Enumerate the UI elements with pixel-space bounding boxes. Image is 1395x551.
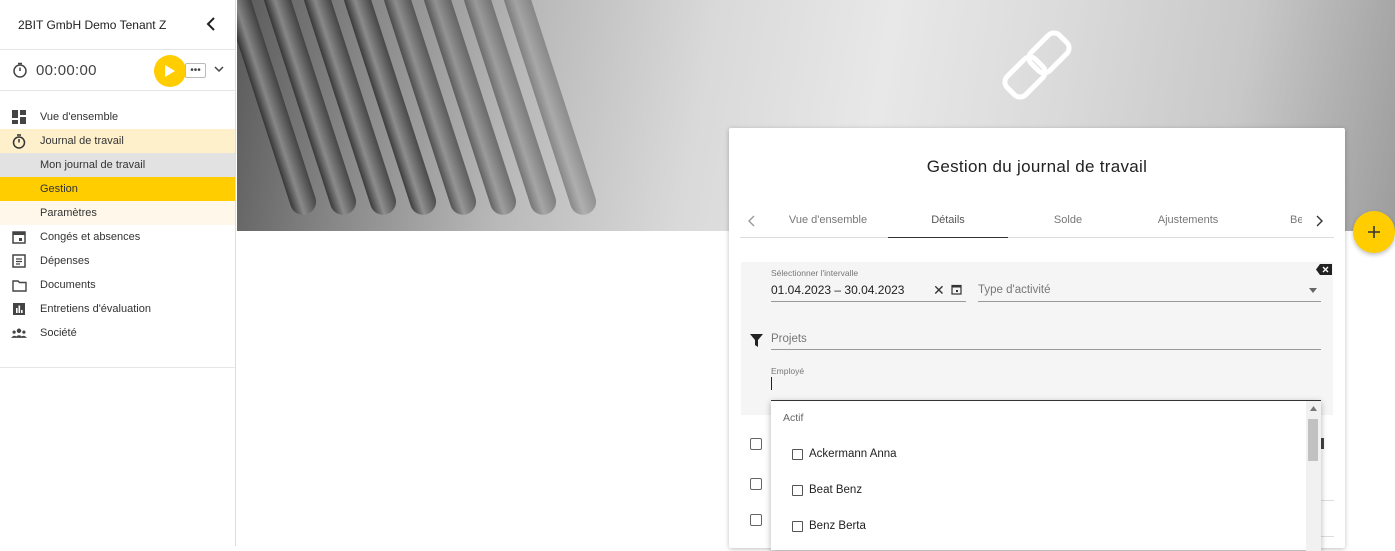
bar-chart-icon	[11, 301, 27, 317]
chevron-left-icon	[748, 215, 755, 227]
tab-scroll-right-button[interactable]	[1309, 211, 1329, 231]
clear-interval-icon[interactable]: ✕	[933, 282, 945, 299]
dropdown-option[interactable]: Benz Berta	[792, 516, 866, 536]
scroll-up-icon	[1310, 406, 1317, 411]
subnav-item-settings[interactable]: Paramètres	[0, 201, 235, 225]
timer-bar: 00:00:00 •••	[0, 50, 235, 91]
page-title: Gestion du journal de travail	[926, 157, 1148, 176]
chevron-down-icon[interactable]	[213, 63, 225, 75]
clear-filters-icon[interactable]	[1316, 264, 1332, 275]
people-icon	[11, 325, 27, 341]
stopwatch-icon	[13, 62, 27, 78]
chevron-right-icon	[1316, 215, 1323, 227]
plus-icon	[1368, 226, 1380, 238]
employee-input[interactable]	[771, 374, 1321, 394]
nav-item-overview[interactable]: Vue d'ensemble	[0, 105, 235, 129]
projects-input[interactable]: Projets	[771, 333, 807, 345]
dropdown-option[interactable]: Beat Benz	[792, 480, 862, 500]
option-checkbox[interactable]	[792, 520, 803, 532]
tab-balance[interactable]: Solde	[1008, 206, 1128, 238]
more-options-button[interactable]: •••	[185, 63, 206, 78]
sidebar: 2BIT GmbH Demo Tenant Z 00:00:00 ••• Vue…	[0, 0, 236, 546]
subnav-item-management[interactable]: Gestion	[0, 177, 235, 201]
employee-dropdown: Actif Ackermann Anna Beat Benz Benz Bert…	[771, 400, 1321, 551]
tab-details[interactable]: Détails	[888, 206, 1008, 238]
option-checkbox[interactable]	[792, 448, 803, 460]
tab-adjustments[interactable]: Ajustements	[1128, 206, 1248, 238]
dropdown-scrollbar[interactable]	[1306, 401, 1321, 551]
nav-label: Journal de travail	[40, 135, 124, 147]
play-button[interactable]	[154, 55, 186, 87]
add-button[interactable]	[1353, 211, 1395, 253]
row-checkbox[interactable]	[750, 514, 762, 526]
scroll-thumb[interactable]	[1308, 419, 1318, 461]
receipt-icon	[11, 253, 27, 269]
nav-label: Documents	[40, 279, 96, 291]
nav-item-leave[interactable]: Congés et absences	[0, 225, 235, 249]
column-menu-handle[interactable]	[1321, 438, 1324, 449]
nav-label: Entretiens d'évaluation	[40, 303, 151, 315]
tenant-name: 2BIT GmbH Demo Tenant Z	[18, 17, 167, 32]
select-all-checkbox[interactable]	[750, 438, 762, 450]
calendar-icon	[11, 229, 27, 245]
nav-label: Congés et absences	[40, 231, 141, 243]
tab-overview[interactable]: Vue d'ensemble	[768, 206, 888, 238]
nav-item-expenses[interactable]: Dépenses	[0, 249, 235, 273]
dropdown-arrow-icon[interactable]	[1309, 288, 1317, 293]
nav-item-worklog[interactable]: Journal de travail	[0, 129, 235, 153]
nav-item-reviews[interactable]: Entretiens d'évaluation	[0, 297, 235, 321]
row-checkbox[interactable]	[750, 478, 762, 490]
dashboard-icon	[11, 109, 27, 125]
nav-label: Vue d'ensemble	[40, 111, 119, 123]
calendar-icon[interactable]	[951, 284, 962, 295]
filter-panel: Sélectionner l'intervalle 01.04.2023 – 3…	[741, 262, 1333, 415]
nav-item-company[interactable]: Société	[0, 321, 235, 345]
tab-bar: Vue d'ensemble Détails Solde Ajustements…	[740, 206, 1334, 238]
interval-input[interactable]: 01.04.2023 – 30.04.2023	[771, 283, 904, 297]
activity-type-select[interactable]: Type d'activité	[978, 284, 1051, 296]
tab-truncated[interactable]: Be	[1290, 206, 1302, 238]
link-icon	[1002, 30, 1072, 100]
dropdown-group-label: Actif	[783, 412, 804, 424]
dropdown-option[interactable]: Ackermann Anna	[792, 444, 897, 464]
tab-scroll-left-button[interactable]	[742, 211, 762, 231]
nav-item-documents[interactable]: Documents	[0, 273, 235, 297]
subnav-item-my-worklog[interactable]: Mon journal de travail	[0, 153, 235, 177]
play-icon	[165, 65, 175, 77]
interval-label: Sélectionner l'intervalle	[771, 268, 859, 278]
option-checkbox[interactable]	[792, 484, 803, 496]
tenant-header: 2BIT GmbH Demo Tenant Z	[0, 0, 235, 50]
nav-label: Société	[40, 327, 77, 339]
folder-icon	[11, 277, 27, 293]
main-nav: Vue d'ensemble Journal de travail Mon jo…	[0, 91, 235, 368]
stopwatch-icon	[11, 133, 27, 149]
collapse-sidebar-button[interactable]	[201, 14, 221, 34]
filter-icon	[750, 334, 763, 347]
nav-label: Dépenses	[40, 255, 90, 267]
chevron-left-icon	[206, 17, 215, 31]
timer-value: 00:00:00	[36, 61, 97, 79]
